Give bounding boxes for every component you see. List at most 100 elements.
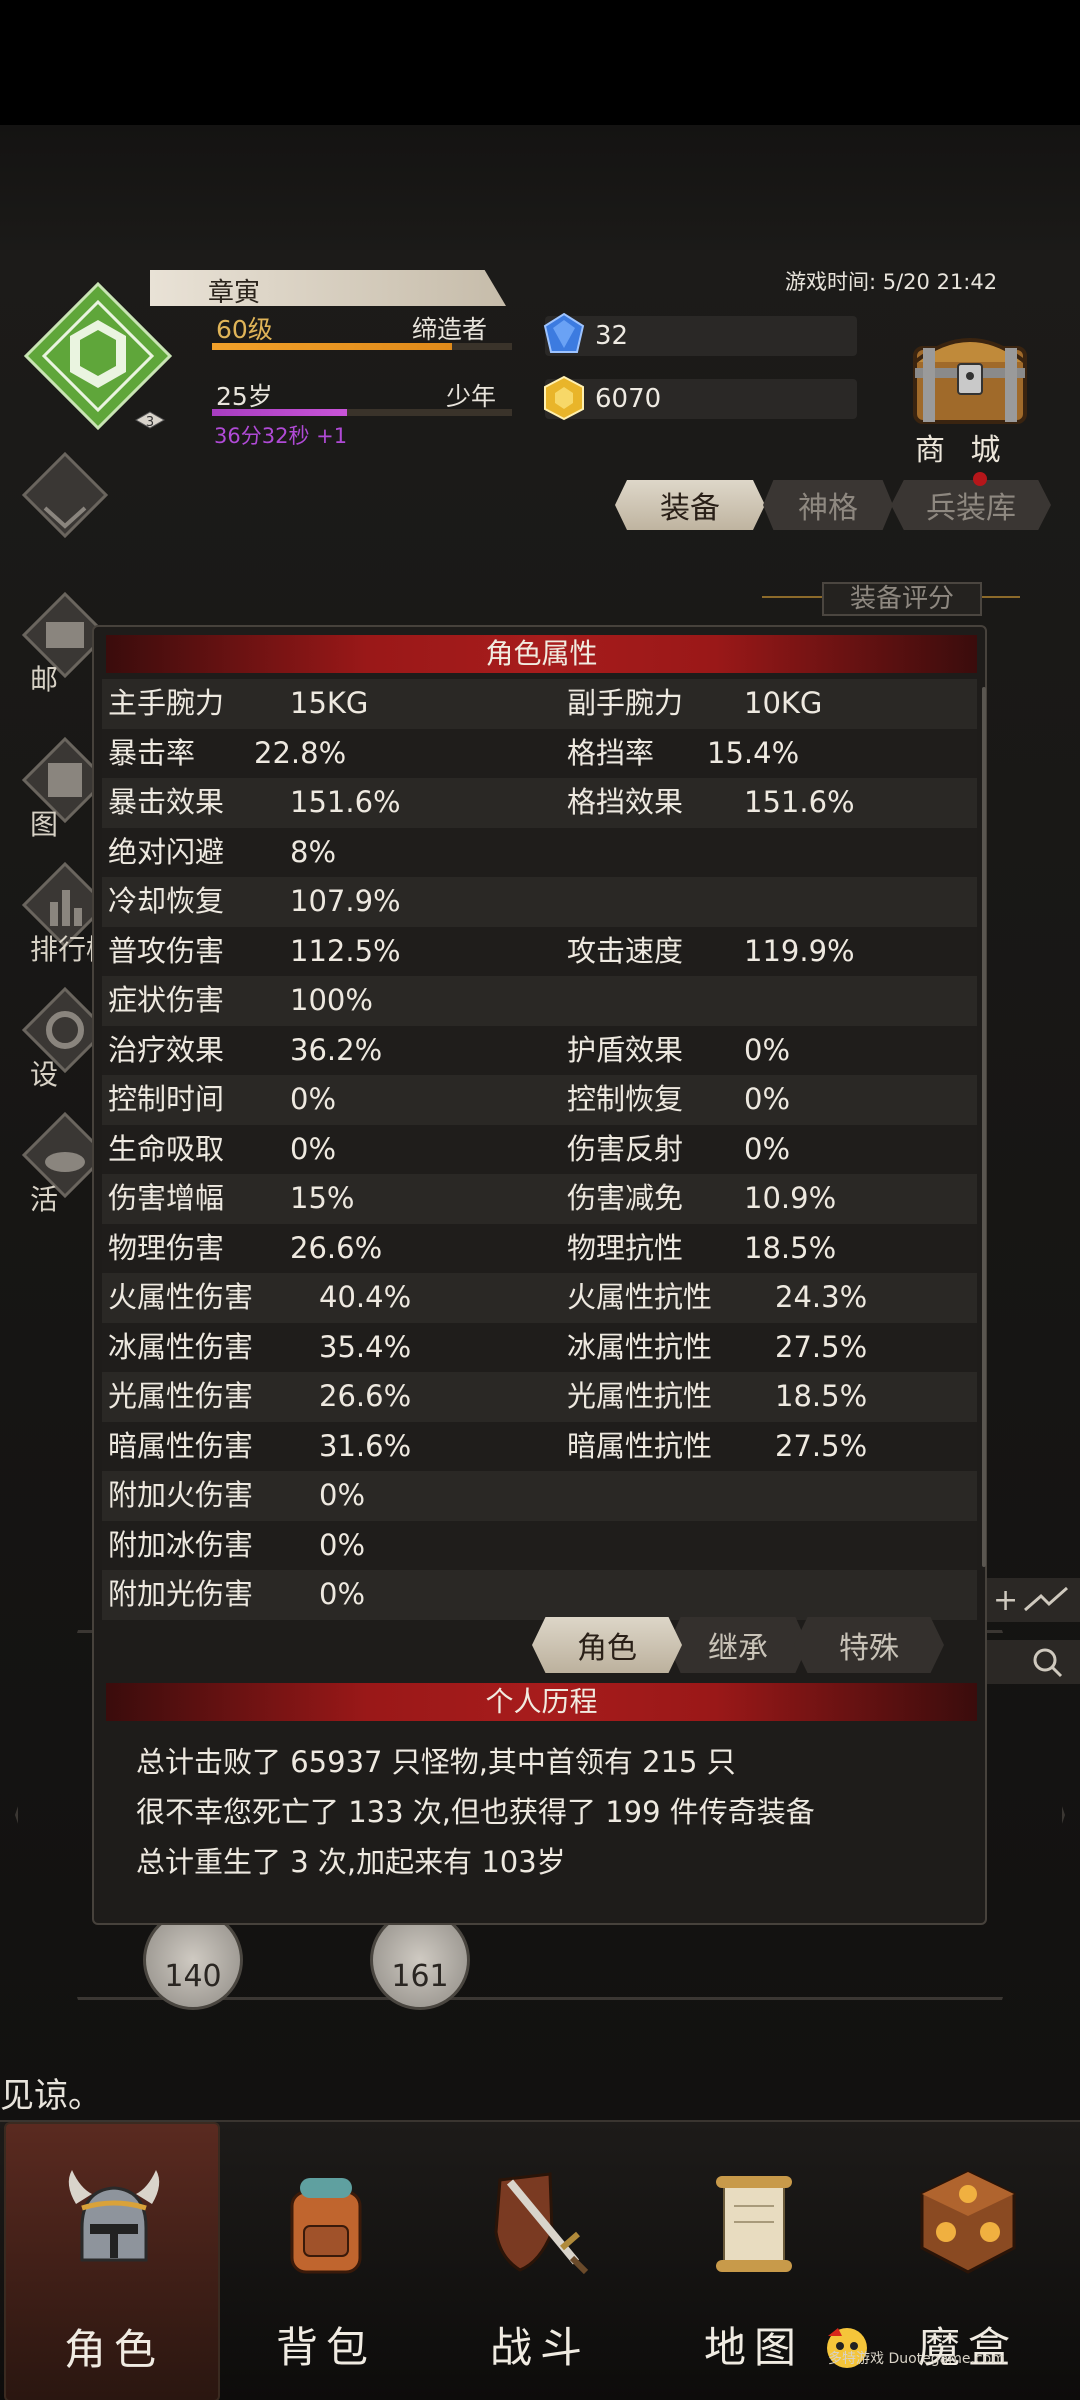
attribute-name: 格挡率: [567, 735, 655, 770]
attribute-value: 0%: [744, 1131, 791, 1166]
attribute-name: 副手腕力: [567, 686, 684, 720]
attribute-row: 火属性伤害 40.4% 火属性抗性 24.3%: [102, 1273, 977, 1323]
name-banner: [150, 270, 506, 306]
treasure-chest-icon[interactable]: [905, 318, 1035, 428]
attribute-row: 冰属性伤害 35.4% 冰属性抗性 27.5%: [102, 1322, 977, 1372]
attribute-name: 冰属性伤害: [108, 1329, 254, 1364]
player-level: 60级: [216, 315, 273, 344]
attribute-value: 31.6%: [319, 1428, 412, 1463]
history-line: 总计击败了 65937 只怪物,其中首领有 215 只: [136, 1745, 736, 1779]
equipment-score[interactable]: 装备评分: [762, 582, 1020, 616]
attribute-name: 附加冰伤害: [108, 1527, 254, 1562]
nav-backpack[interactable]: 背包: [218, 2122, 434, 2400]
left-menu-toggle[interactable]: [8, 450, 118, 560]
attribute-value: 10KG: [744, 686, 823, 720]
attribute-value: 15%: [290, 1181, 355, 1215]
subtab-character[interactable]: 角色: [532, 1617, 682, 1673]
title-band: [0, 125, 1080, 250]
shop-label[interactable]: 商 城: [915, 425, 1009, 469]
attribute-value: 22.8%: [254, 735, 347, 770]
attribute-value: 26.6%: [319, 1379, 412, 1413]
attribute-row: 治疗效果 36.2% 护盾效果 0%: [102, 1025, 977, 1075]
status-bar-area: [0, 0, 1080, 125]
attribute-row: 冷却恢复 107.9%: [102, 877, 977, 927]
stat-dial-left: 140: [143, 1910, 243, 2010]
attribute-row: 暴击效果 151.6% 格挡效果 151.6%: [102, 778, 977, 828]
character-attributes-panel: 角色属性 主手腕力 15KG 副手腕力 10KG 暴击率 22.8% 格挡率 15.4% 暴击效…: [92, 625, 987, 1925]
attribute-value: 18.5%: [775, 1379, 868, 1413]
attribute-name: 暴击效果: [108, 785, 225, 819]
attribute-row: 症状伤害 100%: [102, 976, 977, 1026]
attribute-row: 生命吸取 0% 伤害反射 0%: [102, 1124, 977, 1174]
attribute-row: 控制时间 0% 控制恢复 0%: [102, 1075, 977, 1125]
attribute-row: 暴击率 22.8% 格挡率 15.4%: [102, 728, 977, 778]
attribute-row: 绝对闪避 8%: [102, 827, 977, 877]
attribute-name: 护盾效果: [567, 1032, 684, 1067]
attribute-name: 伤害增幅: [108, 1181, 225, 1215]
attribute-name: 生命吸取: [108, 1131, 225, 1166]
gold-counter[interactable]: 6070: [544, 375, 857, 421]
attribute-value: 0%: [319, 1577, 366, 1611]
attribute-value: 40.4%: [319, 1280, 412, 1314]
history-text: 总计击败了 65937 只怪物,其中首领有 215 只 很不幸您死亡了 133 …: [136, 1737, 936, 1887]
nav-battle[interactable]: 战斗: [432, 2122, 648, 2400]
attribute-name: 冷却恢复: [108, 884, 225, 918]
attribute-value: 8%: [290, 834, 337, 869]
stat-dial-right: 161: [370, 1910, 470, 2010]
attribute-name: 暗属性抗性: [567, 1428, 713, 1463]
attribute-value: 24.3%: [775, 1280, 868, 1314]
tab-divinity[interactable]: 神格: [763, 480, 893, 530]
diamond-counter[interactable]: 32: [543, 312, 857, 356]
attribute-row: 主手腕力 15KG 副手腕力 10KG: [102, 679, 977, 729]
player-name: 章寅: [208, 278, 261, 308]
attribute-value: 18.5%: [744, 1230, 837, 1265]
attribute-value: 27.5%: [775, 1428, 868, 1463]
age-timer: 36分32秒 +1: [214, 424, 348, 448]
attribute-value: 0%: [290, 1082, 337, 1116]
game-time: 游戏时间: 5/20 21:42: [785, 270, 998, 294]
diamond-value: 32: [595, 321, 629, 351]
attribute-row: 附加火伤害 0%: [102, 1471, 977, 1521]
attribute-name: 附加火伤害: [108, 1478, 254, 1512]
attribute-row: 物理伤害 26.6% 物理抗性 18.5%: [102, 1223, 977, 1273]
attribute-name: 光属性伤害: [108, 1379, 254, 1413]
attribute-row: 附加光伤害 0%: [102, 1570, 977, 1620]
tab-equipment[interactable]: 装备: [615, 480, 765, 530]
nav-character[interactable]: 角色: [4, 2122, 220, 2400]
attribute-row: 暗属性伤害 31.6% 暗属性抗性 27.5%: [102, 1421, 977, 1471]
subtab-special[interactable]: 特殊: [794, 1617, 944, 1673]
side-add-button[interactable]: +: [985, 1578, 1080, 1622]
subtab-inherit[interactable]: 继承: [668, 1617, 808, 1673]
attribute-value: 10.9%: [744, 1181, 837, 1215]
tab-armory[interactable]: 兵装库: [891, 480, 1051, 530]
attribute-row: 普攻伤害 112.5% 攻击速度 119.9%: [102, 926, 977, 976]
attribute-value: 0%: [290, 1131, 337, 1166]
attribute-name: 暗属性伤害: [108, 1428, 254, 1463]
attribute-row: 附加冰伤害 0%: [102, 1520, 977, 1570]
diamond-icon: [543, 312, 585, 353]
attribute-value: 15.4%: [707, 735, 800, 770]
attribute-value: 0%: [744, 1082, 791, 1116]
player-age: 25岁: [216, 382, 273, 411]
attribute-name: 冰属性抗性: [567, 1329, 713, 1364]
attribute-value: 151.6%: [744, 785, 855, 819]
attribute-row: 光属性伤害 26.6% 光属性抗性 18.5%: [102, 1372, 977, 1422]
attribute-name: 控制时间: [108, 1082, 225, 1116]
attribute-scrollbar[interactable]: [982, 687, 986, 1567]
background-message: 见谅。: [0, 2076, 102, 2116]
watermark-text: 多特游戏 Duotegame.com: [828, 2351, 1005, 2367]
attribute-name: 控制恢复: [567, 1082, 684, 1116]
attribute-value: 112.5%: [290, 933, 401, 968]
equipment-score-label: 装备评分: [822, 582, 982, 616]
attribute-list: 主手腕力 15KG 副手腕力 10KG 暴击率 22.8% 格挡率 15.4% 暴击效果 151.…: [102, 679, 977, 1620]
attribute-name: 普攻伤害: [108, 933, 225, 968]
attribute-name: 火属性抗性: [567, 1280, 713, 1314]
sword-shield-icon: [494, 2172, 589, 2275]
gold-coin-icon: [544, 375, 584, 421]
attribute-name: 物理抗性: [567, 1230, 684, 1265]
attribute-name: 火属性伤害: [108, 1280, 254, 1314]
attribute-name: 附加光伤害: [108, 1577, 254, 1611]
svg-text:+: +: [993, 1583, 1018, 1618]
magic-box-icon: [920, 2170, 1016, 2274]
menu-toggle-icon: [21, 451, 109, 539]
